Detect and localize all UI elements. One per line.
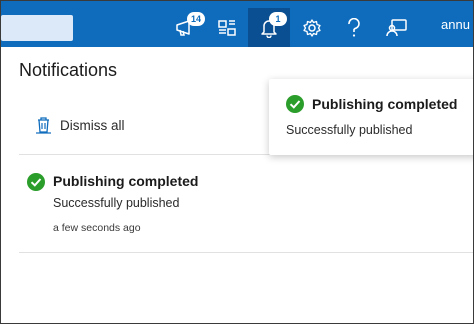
toast-notification[interactable]: Publishing completed Successfully publis… (269, 79, 473, 155)
success-check-icon (286, 95, 304, 113)
dismiss-all-icon (36, 117, 51, 134)
divider (19, 252, 473, 253)
directory-switch-icon (218, 19, 236, 36)
feedback-megaphone-button[interactable]: 14 (165, 8, 207, 47)
question-icon (348, 17, 360, 37)
search-input[interactable] (1, 15, 73, 41)
toast-title: Publishing completed (312, 96, 458, 112)
toast-message: Successfully published (286, 123, 413, 137)
help-button[interactable] (333, 8, 375, 47)
notifications-panel-title: Notifications (19, 60, 118, 80)
notification-message: Successfully published (53, 196, 180, 210)
directory-switch-button[interactable] (206, 8, 248, 47)
success-check-icon (27, 173, 45, 191)
user-account-name[interactable]: annu (441, 17, 470, 32)
notifications-button[interactable]: 1 (248, 8, 290, 47)
feedback-button[interactable] (376, 8, 418, 47)
gear-icon (303, 18, 321, 37)
notification-title: Publishing completed (53, 173, 199, 189)
top-bar: 14 1 annu (1, 1, 473, 47)
notification-timestamp: a few seconds ago (53, 222, 141, 234)
settings-button[interactable] (291, 8, 333, 47)
notification-count-badge: 1 (269, 12, 287, 26)
dismiss-all-label: Dismiss all (60, 117, 125, 133)
portal-window: 14 1 annu Notifications Dismiss all Publ… (0, 0, 474, 324)
dismiss-all-button[interactable]: Dismiss all (35, 116, 125, 134)
notification-count-badge: 14 (187, 12, 205, 26)
feedback-person-icon (386, 18, 407, 36)
